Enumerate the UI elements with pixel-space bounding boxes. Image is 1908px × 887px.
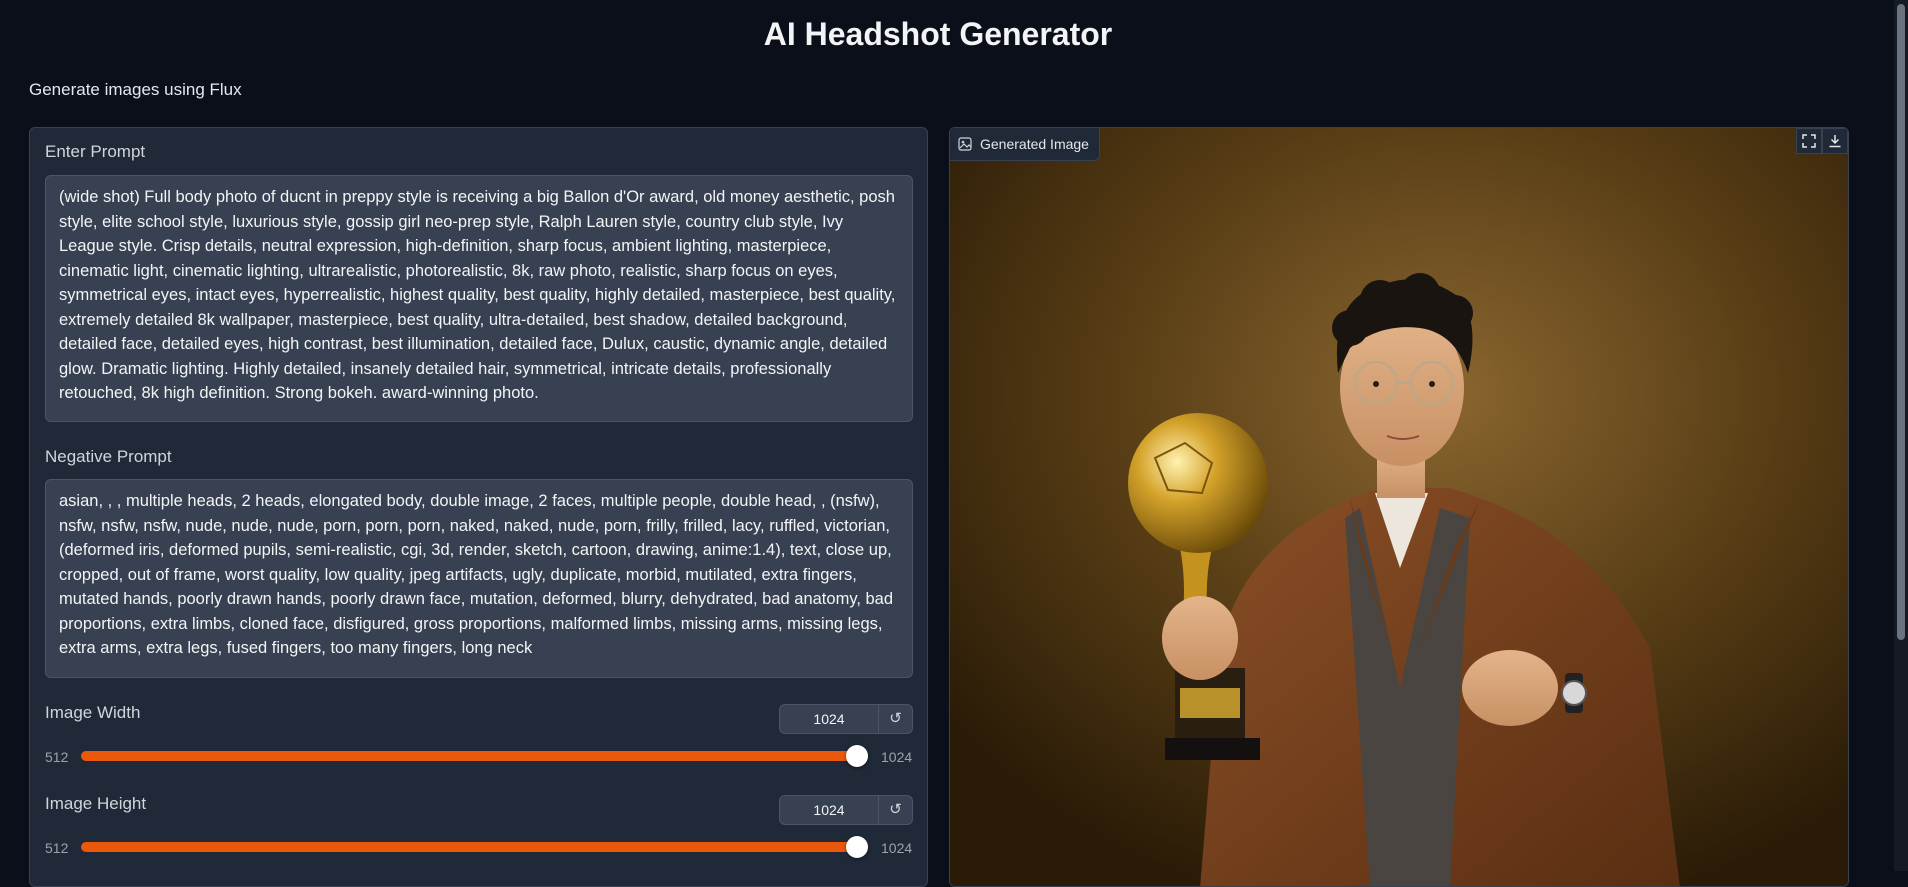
fullscreen-icon bbox=[1802, 134, 1816, 148]
image-width-input[interactable]: 1024 bbox=[779, 704, 879, 734]
image-height-slider[interactable] bbox=[81, 836, 868, 858]
image-width-slider[interactable] bbox=[81, 745, 868, 767]
input-panel: Enter Prompt (wide shot) Full body photo… bbox=[29, 127, 928, 887]
image-height-slider-thumb[interactable] bbox=[846, 836, 868, 858]
image-width-slider-thumb[interactable] bbox=[846, 745, 868, 767]
image-width-label: Image Width bbox=[45, 703, 141, 722]
image-icon bbox=[958, 137, 972, 151]
page-scrollbar-thumb[interactable] bbox=[1897, 4, 1905, 640]
output-image-label: Generated Image bbox=[950, 128, 1100, 161]
page-description: Generate images using Flux bbox=[29, 80, 242, 99]
prompt-textarea[interactable]: (wide shot) Full body photo of ducnt in … bbox=[45, 175, 913, 422]
negative-prompt-label: Negative Prompt bbox=[45, 447, 172, 466]
image-width-min: 512 bbox=[45, 749, 69, 765]
generated-image bbox=[950, 128, 1848, 886]
image-height-input[interactable]: 1024 bbox=[779, 795, 879, 825]
image-height-label: Image Height bbox=[45, 794, 147, 813]
reset-icon: ↺ bbox=[889, 710, 902, 727]
image-width-reset-button[interactable]: ↺ bbox=[879, 704, 913, 734]
image-height-max: 1024 bbox=[881, 840, 913, 856]
output-image-label-text: Generated Image bbox=[980, 136, 1089, 152]
download-icon bbox=[1829, 135, 1841, 148]
download-button[interactable] bbox=[1822, 128, 1848, 154]
page-scrollbar[interactable] bbox=[1894, 0, 1908, 871]
image-width-max: 1024 bbox=[881, 749, 913, 765]
fullscreen-button[interactable] bbox=[1796, 128, 1822, 154]
prompt-label: Enter Prompt bbox=[45, 142, 146, 161]
image-height-reset-button[interactable]: ↺ bbox=[879, 795, 913, 825]
reset-icon: ↺ bbox=[889, 801, 902, 818]
output-image-panel: Generated Image bbox=[949, 127, 1849, 887]
image-height-min: 512 bbox=[45, 840, 69, 856]
negative-prompt-textarea[interactable]: asian, , , multiple heads, 2 heads, elon… bbox=[45, 479, 913, 678]
page-title: AI Headshot Generator bbox=[763, 16, 1113, 52]
